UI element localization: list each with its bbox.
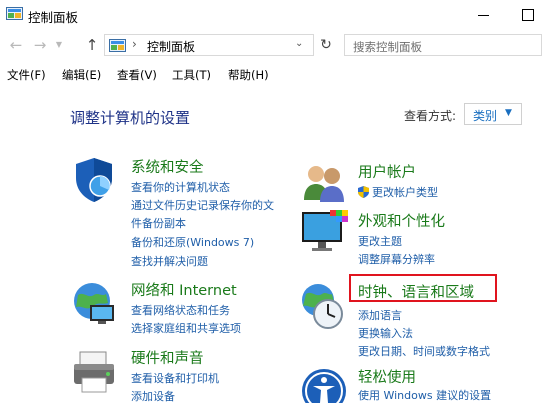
chevron-down-icon[interactable]: ▼ xyxy=(52,35,66,55)
category-user-accounts[interactable]: 用户帐户 xyxy=(358,161,416,182)
refresh-icon[interactable]: ↻ xyxy=(316,34,336,56)
category-network-internet[interactable]: 网络和 Internet xyxy=(131,279,237,300)
users-icon[interactable] xyxy=(300,160,348,208)
link-change-account-type-label: 更改帐户类型 xyxy=(372,186,438,199)
category-system-security[interactable]: 系统和安全 xyxy=(131,156,204,177)
menu-tools[interactable]: 工具(T) xyxy=(172,67,211,83)
search-placeholder: 搜索控制面板 xyxy=(353,40,422,54)
menu-bar: 文件(F) 编辑(E) 查看(V) 工具(T) 帮助(H) xyxy=(0,63,546,85)
printer-icon[interactable] xyxy=(70,348,118,396)
maximize-button[interactable] xyxy=(516,4,540,26)
link-view-computer-status[interactable]: 查看你的计算机状态 xyxy=(131,179,230,195)
chevron-down-icon: ▼ xyxy=(505,108,512,118)
uac-shield-icon xyxy=(358,186,369,198)
address-bar[interactable]: › 控制面板 ⌄ xyxy=(104,34,314,56)
search-input[interactable]: 搜索控制面板 xyxy=(344,34,542,56)
category-ease-of-access[interactable]: 轻松使用 xyxy=(358,366,416,387)
link-file-history[interactable]: 通过文件历史记录保存你的文 xyxy=(131,197,274,213)
menu-view[interactable]: 查看(V) xyxy=(117,67,157,83)
window-title: 控制面板 xyxy=(28,10,79,25)
menu-help[interactable]: 帮助(H) xyxy=(228,67,269,83)
page-title: 调整计算机的设置 xyxy=(70,109,191,127)
link-homegroup[interactable]: 选择家庭组和共享选项 xyxy=(131,320,241,336)
link-change-account-type[interactable]: 更改帐户类型 xyxy=(358,184,438,200)
navigation-bar: ← → ▼ ↑ › 控制面板 ⌄ ↻ 搜索控制面板 xyxy=(0,31,546,61)
control-panel-icon xyxy=(6,7,23,20)
breadcrumb[interactable]: 控制面板 xyxy=(147,38,195,55)
chevron-down-icon[interactable]: ⌄ xyxy=(295,38,303,49)
minimize-button[interactable] xyxy=(472,4,496,26)
view-by-label: 查看方式: xyxy=(404,109,457,123)
link-devices-printers[interactable]: 查看设备和打印机 xyxy=(131,370,219,386)
control-panel-icon xyxy=(109,39,126,52)
link-network-status[interactable]: 查看网络状态和任务 xyxy=(131,302,230,318)
forward-arrow-icon[interactable]: → xyxy=(30,35,50,55)
link-add-device[interactable]: 添加设备 xyxy=(131,388,175,403)
clock-globe-icon[interactable] xyxy=(298,282,346,330)
up-arrow-icon[interactable]: ↑ xyxy=(82,35,102,55)
link-recommended-settings[interactable]: 使用 Windows 建议的设置 xyxy=(358,387,491,403)
link-backup-restore[interactable]: 备份和还原(Windows 7) xyxy=(131,234,254,250)
link-date-time-format[interactable]: 更改日期、时间或数字格式 xyxy=(358,343,490,359)
monitor-palette-icon[interactable] xyxy=(300,208,348,256)
link-add-language[interactable]: 添加语言 xyxy=(358,307,402,323)
link-change-input-method[interactable]: 更换输入法 xyxy=(358,325,413,341)
category-appearance[interactable]: 外观和个性化 xyxy=(358,210,445,231)
view-by-value: 类别 xyxy=(473,109,498,123)
view-by-select[interactable]: 类别 ▼ xyxy=(464,103,522,125)
menu-edit[interactable]: 编辑(E) xyxy=(62,67,101,83)
link-troubleshoot[interactable]: 查找并解决问题 xyxy=(131,253,208,269)
highlight-box xyxy=(349,274,497,302)
title-bar: 控制面板 xyxy=(0,0,546,31)
category-hardware-sound[interactable]: 硬件和声音 xyxy=(131,347,204,368)
back-arrow-icon[interactable]: ← xyxy=(6,35,26,55)
network-globe-icon[interactable] xyxy=(70,279,118,327)
menu-file[interactable]: 文件(F) xyxy=(7,67,46,83)
ease-of-access-icon[interactable] xyxy=(300,367,348,403)
link-change-theme[interactable]: 更改主题 xyxy=(358,233,402,249)
breadcrumb-separator: › xyxy=(132,37,137,51)
shield-icon[interactable] xyxy=(70,156,118,204)
main-content: 调整计算机的设置 查看方式: 类别 ▼ 系统和安全 查看你的计算机状态 通过文件… xyxy=(0,86,546,403)
link-file-history-cont[interactable]: 件备份副本 xyxy=(131,215,186,231)
link-screen-resolution[interactable]: 调整屏幕分辨率 xyxy=(358,251,435,267)
